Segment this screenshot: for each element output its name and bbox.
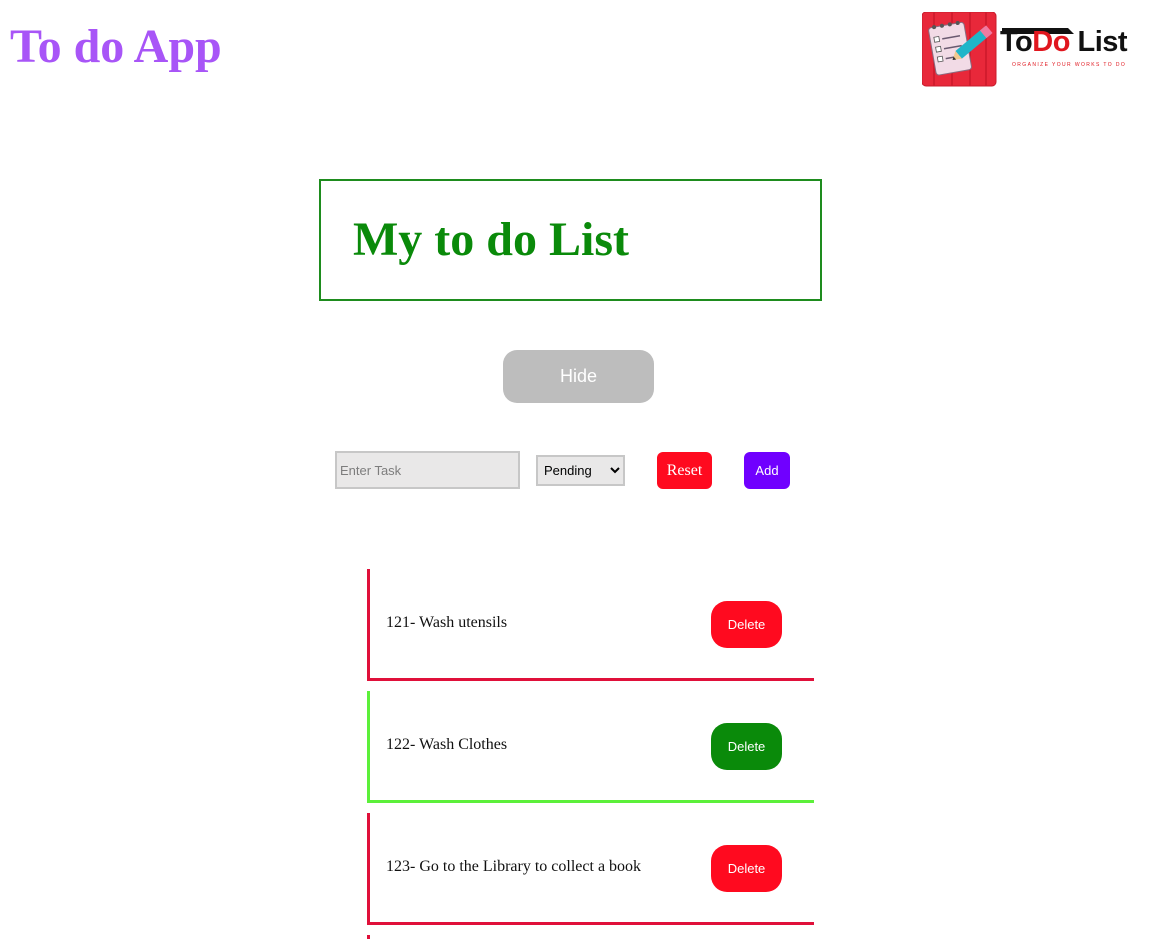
reset-button[interactable]: Reset — [657, 452, 712, 489]
app-title: To do App — [10, 20, 222, 73]
task-item: 123- Go to the Library to collect a book… — [367, 813, 814, 925]
list-title: My to do List — [353, 213, 629, 266]
task-item-partial — [367, 935, 814, 939]
list-title-box: My to do List — [319, 179, 822, 301]
logo-wordmark-do: Do — [1032, 26, 1070, 58]
logo-wordmark: ToDo List — [1000, 24, 1128, 60]
logo-wordmark-list: List — [1069, 26, 1128, 58]
delete-button[interactable]: Delete — [711, 723, 782, 770]
task-input[interactable] — [335, 451, 520, 489]
task-text: 121- Wash utensils — [386, 614, 508, 631]
logo-tagline: ORGANIZE YOUR WORKS TO DO — [1012, 62, 1127, 68]
hide-button[interactable]: Hide — [503, 350, 654, 403]
status-select[interactable]: Pending — [536, 455, 625, 486]
task-list: 121- Wash utensils Delete 122- Wash Clot… — [367, 569, 814, 939]
task-text: 122- Wash Clothes — [386, 736, 508, 753]
delete-button[interactable]: Delete — [711, 601, 782, 648]
page: To do App ToDo List ORGANIZE YOUR WORKS … — [0, 0, 1170, 939]
logo-wordmark-to: To — [1000, 26, 1033, 58]
delete-button[interactable]: Delete — [711, 845, 782, 892]
task-item: 121- Wash utensils Delete — [367, 569, 814, 681]
add-button[interactable]: Add — [744, 452, 790, 489]
task-text: 123- Go to the Library to collect a book — [386, 858, 642, 875]
task-item: 122- Wash Clothes Delete — [367, 691, 814, 803]
